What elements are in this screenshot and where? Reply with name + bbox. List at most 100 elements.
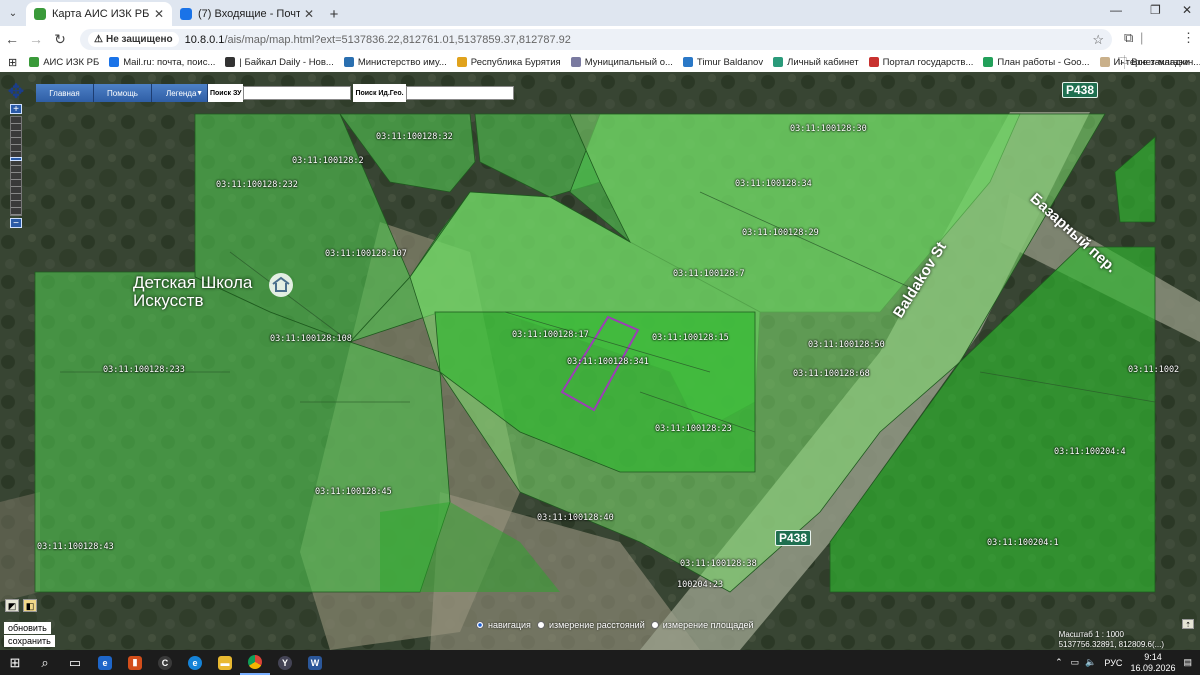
mode-radio-navigation[interactable]	[476, 621, 484, 629]
bookmark-item[interactable]: План работы - Goo...	[983, 57, 1090, 68]
clock-time: 9:14	[1144, 651, 1162, 662]
close-window-icon[interactable]: ✕	[1182, 3, 1192, 17]
security-chip[interactable]: ⚠ Не защищено	[88, 32, 179, 47]
chrome-icon[interactable]	[240, 650, 270, 675]
parcel-number-label: 03:11:1002	[1128, 365, 1180, 375]
yandex-icon[interactable]: Y	[270, 650, 300, 675]
mode-selector: навигация измерение расстояний измерение…	[470, 620, 754, 630]
tab-map[interactable]: Карта АИС ИЗК РБ ✕	[26, 2, 172, 26]
browser-tab-bar: ⌄ Карта АИС ИЗК РБ ✕ (7) Входящие - Почт…	[0, 0, 1200, 26]
search-icon[interactable]: ⌕	[30, 650, 60, 675]
parcel-number-label: 03:11:100128:38	[680, 559, 757, 569]
apps-grid-icon[interactable]: ⊞	[8, 56, 17, 69]
zoom-slider[interactable]	[10, 116, 22, 216]
bookmark-favicon-icon	[682, 57, 693, 67]
parcel-number-label: 03:11:100128:43	[37, 542, 114, 552]
parcel-number-label: 03:11:100128:17	[512, 330, 589, 340]
reload-icon[interactable]: ↻	[48, 31, 72, 48]
mode-radio-area[interactable]	[650, 621, 659, 629]
security-label: Не защищено	[105, 34, 173, 45]
bookmark-item[interactable]: АИС ИЗК РБ	[29, 57, 99, 68]
zoom-out-button[interactable]: −	[10, 218, 22, 229]
bookmark-item[interactable]: Timur Baldanov	[682, 56, 764, 68]
url-text: 10.8.0.1/ais/map/map.html?ext=5137836.22…	[185, 34, 571, 46]
tab-mail[interactable]: (7) Входящие - Почта Mail ✕	[172, 2, 322, 26]
help-menu-button[interactable]: Помощь	[94, 84, 152, 102]
bookmark-item[interactable]: Портал государств...	[868, 56, 974, 68]
bookmark-favicon-icon	[1099, 57, 1110, 67]
scale-info: Масштаб 1 : 1000 5137756.32891, 812809.6…	[1059, 630, 1164, 650]
edge-legacy-icon[interactable]: e	[90, 650, 120, 675]
new-tab-button[interactable]: +	[322, 2, 346, 26]
parcel-number-label: 03:11:100128:29	[742, 228, 819, 238]
save-button[interactable]: сохранить	[4, 635, 55, 647]
address-bar[interactable]: ⚠ Не защищено 10.8.0.1/ais/map/map.html?…	[80, 29, 1112, 50]
bookmark-label: Муниципальный о...	[584, 56, 673, 68]
parcel-number-label: 03:11:100128:30	[790, 124, 867, 134]
bookmark-label: Портал государств...	[882, 56, 974, 68]
all-bookmarks-button[interactable]: 🗀 Все закладки	[1118, 54, 1190, 70]
language-indicator[interactable]: РУС	[1104, 658, 1122, 668]
network-icon[interactable]: ▭	[1071, 657, 1080, 668]
dropdown-caret-icon: ▼	[196, 89, 203, 97]
bookmark-label: Министерство иму...	[357, 56, 447, 68]
volume-icon[interactable]: 🔈	[1085, 657, 1096, 668]
bookmark-label: Личный кабинет	[787, 56, 859, 68]
back-icon[interactable]: ←	[0, 31, 24, 47]
tab-title: (7) Входящие - Почта Mail	[198, 8, 300, 20]
bookmark-item[interactable]: | Байкал Daily - Нов...	[225, 56, 334, 68]
word-icon[interactable]: W	[300, 650, 330, 675]
measure-tool-icon[interactable]: ◩	[5, 599, 19, 612]
bookmark-item[interactable]: Личный кабинет	[773, 56, 859, 68]
pan-arrows-icon[interactable]: ✥	[6, 82, 26, 102]
tray-chevron-icon[interactable]: ⌃	[1055, 657, 1063, 668]
bookmark-item[interactable]: Министерство иму...	[343, 56, 447, 68]
zoom-in-button[interactable]: +	[10, 104, 22, 115]
mode-label: навигация	[488, 620, 531, 630]
bookmark-item[interactable]: Муниципальный о...	[570, 56, 673, 68]
close-tab-icon[interactable]: ✕	[304, 7, 314, 21]
close-tab-icon[interactable]: ✕	[154, 7, 164, 21]
mail-favicon-icon	[180, 8, 192, 20]
map-viewport[interactable]: 03:11:100128:32 03:11:100128:2 03:11:10012…	[0, 72, 1200, 650]
warning-icon: ⚠	[94, 34, 103, 45]
mode-radio-distance[interactable]	[536, 621, 545, 629]
app-c-icon[interactable]: C	[150, 650, 180, 675]
bookmark-label: Timur Baldanov	[696, 56, 764, 68]
bookmark-item[interactable]: Mail.ru: почта, поис...	[109, 57, 215, 68]
search-geo-label: Поиск Ид.Гео.	[353, 84, 406, 102]
file-explorer-icon[interactable]: ▬	[210, 650, 240, 675]
bookmark-label: | Байкал Daily - Нов...	[239, 56, 334, 68]
refresh-button[interactable]: обновить	[4, 622, 51, 634]
bookmark-favicon-icon	[570, 57, 581, 67]
bookmark-item[interactable]: Республика Бурятия	[456, 56, 561, 68]
extensions-icon[interactable]: ⧉	[1124, 30, 1133, 46]
bookmark-label: АИС ИЗК РБ	[43, 56, 100, 68]
all-bookmarks-label: Все закладки	[1131, 56, 1190, 68]
search-geo-input[interactable]	[405, 86, 514, 100]
parcel-number-label: 03:11:100128:2	[292, 156, 364, 166]
layers-tool-icon[interactable]: ◧	[23, 599, 37, 612]
tab-search-icon[interactable]: ⌄	[0, 0, 26, 26]
forward-icon[interactable]: →	[24, 31, 48, 47]
clock[interactable]: 9:14 16.09.2026	[1130, 652, 1175, 674]
task-view-icon[interactable]: ▭	[60, 650, 90, 675]
parcel-number-label: 03:11:100128:34	[735, 179, 812, 189]
coordinates-text: 5137756.32891, 812809.6(...)	[1058, 640, 1164, 649]
bookmark-star-icon[interactable]: ☆	[1092, 32, 1104, 48]
notifications-icon[interactable]: ▤	[1183, 657, 1192, 668]
legend-menu-button[interactable]: Легенда ▼	[152, 84, 208, 102]
menu-kebab-icon[interactable]: ⋮	[1182, 30, 1195, 46]
home-menu-button[interactable]: Главная	[36, 84, 94, 102]
start-button[interactable]: ⊞	[0, 650, 30, 675]
bookmark-favicon-icon	[29, 57, 40, 67]
office-icon[interactable]: ▮	[120, 650, 150, 675]
zoom-slider-thumb[interactable]	[10, 157, 22, 161]
bookmark-label: Республика Бурятия	[470, 56, 561, 68]
parcel-number-label: 03:11:100128:107	[325, 249, 407, 259]
search-zu-input[interactable]	[243, 86, 352, 100]
restore-icon[interactable]: ❐	[1150, 3, 1161, 17]
bookmark-favicon-icon	[868, 57, 879, 67]
minimize-icon[interactable]: —	[1110, 3, 1122, 17]
edge-icon[interactable]: e	[180, 650, 210, 675]
